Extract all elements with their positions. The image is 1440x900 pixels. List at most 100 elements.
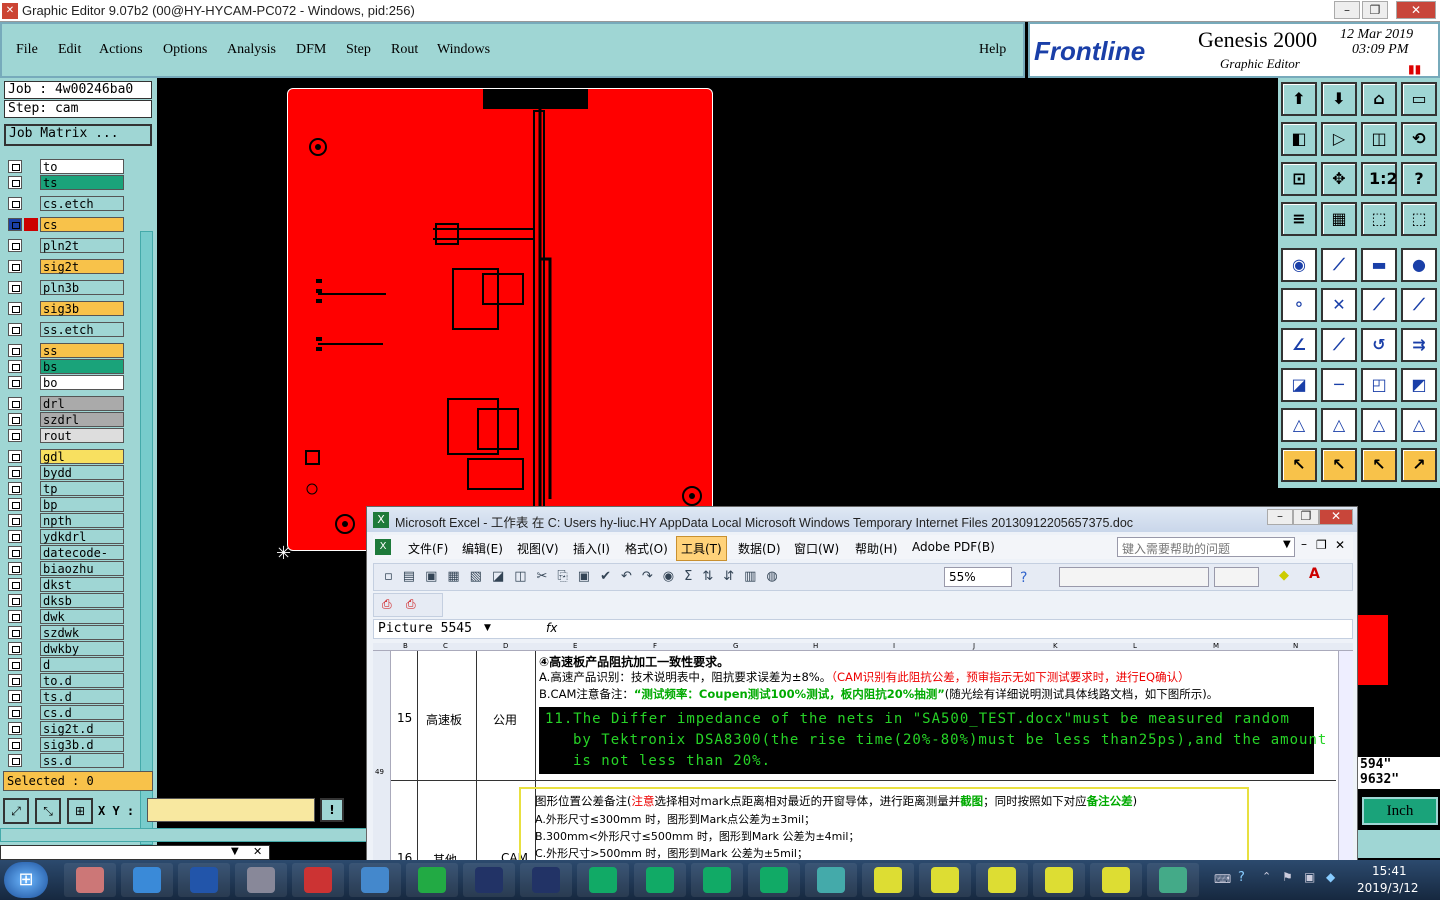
tool-button-30[interactable]: ◰ — [1361, 368, 1397, 402]
layer-checkbox[interactable] — [8, 429, 22, 442]
layer-row-bs[interactable]: bs — [8, 359, 124, 374]
layer-name[interactable]: sig3b.d — [40, 737, 124, 752]
layer-checkbox[interactable] — [8, 610, 22, 623]
table-row[interactable]: 16 其他 CAM 图形位置公差备注(注意选择相对mark点距离相对最近的开窗导… — [391, 781, 1336, 867]
layer-row-tp[interactable]: tp — [8, 481, 124, 496]
layer-row-cs.etch[interactable]: cs.etch — [8, 196, 124, 211]
chevron-down-icon[interactable]: ▼ — [231, 846, 239, 857]
layer-name[interactable]: tp — [40, 481, 124, 496]
help-tray-icon[interactable]: ? — [1238, 870, 1245, 885]
spreadsheet-grid[interactable]: B C D E F G H I J K L M N 49 15 高速板 公用 ④高速板产品阻抗加工一致性… — [373, 642, 1353, 867]
layer-name[interactable]: sig2t — [40, 259, 124, 274]
layer-row-ss.d[interactable]: ss.d — [8, 753, 124, 768]
grid-icon[interactable]: ⊞ — [67, 798, 93, 824]
pdf-icon[interactable]: ⎙ — [382, 597, 392, 612]
layer-name[interactable]: sig2t.d — [40, 721, 124, 736]
font-size-select[interactable] — [1214, 567, 1259, 587]
menu-insert-cn[interactable]: 插入(I) — [573, 540, 610, 557]
shield-icon[interactable]: ◆ — [1326, 870, 1335, 884]
layer-name[interactable]: ts — [40, 175, 124, 190]
save-icon[interactable] — [178, 863, 230, 897]
layer-checkbox[interactable] — [8, 530, 22, 543]
layer-checkbox[interactable] — [8, 281, 22, 294]
tool-button-6[interactable]: ◫ — [1361, 122, 1397, 156]
layer-name[interactable]: bo — [40, 375, 124, 390]
scanner-icon[interactable] — [235, 863, 287, 897]
layer-row-dwk[interactable]: dwk — [8, 609, 124, 624]
menu-edit-cn[interactable]: 编辑(E) — [462, 540, 503, 557]
tool-button-35[interactable]: △ — [1401, 408, 1437, 442]
genesis-icon[interactable] — [919, 863, 971, 897]
menu-options[interactable]: Options — [163, 42, 207, 58]
excel-icon[interactable] — [691, 863, 743, 897]
layer-checkbox[interactable] — [8, 360, 22, 373]
layer-row-drl[interactable]: drl — [8, 396, 124, 411]
pcb-board[interactable] — [287, 88, 713, 552]
layer-scrollbar[interactable] — [140, 231, 153, 845]
tool-button-19[interactable]: ● — [1401, 248, 1437, 282]
tool-button-0[interactable]: ⬆ — [1281, 82, 1317, 116]
tool-button-8[interactable]: ⊡ — [1281, 162, 1317, 196]
layer-name[interactable]: szdwk — [40, 625, 124, 640]
layer-checkbox[interactable] — [8, 578, 22, 591]
layer-name[interactable]: gdl — [40, 449, 124, 464]
tool-button-3[interactable]: ▭ — [1401, 82, 1437, 116]
tool-button-7[interactable]: ⟲ — [1401, 122, 1437, 156]
tool-button-23[interactable]: ⟋ — [1401, 288, 1437, 322]
layer-checkbox[interactable] — [8, 397, 22, 410]
layer-row-szdwk[interactable]: szdwk — [8, 625, 124, 640]
layer-checkbox[interactable] — [8, 218, 22, 231]
menu-windows[interactable]: Windows — [437, 42, 490, 58]
layer-checkbox[interactable] — [8, 197, 22, 210]
close-button[interactable]: ✕ — [1396, 1, 1436, 19]
tool-button-18[interactable]: ▬ — [1361, 248, 1397, 282]
layer-name[interactable]: d — [40, 657, 124, 672]
layer-name[interactable]: to.d — [40, 673, 124, 688]
layer-row-bo[interactable]: bo — [8, 375, 124, 390]
layer-checkbox[interactable] — [8, 344, 22, 357]
layer-row-cs.d[interactable]: cs.d — [8, 705, 124, 720]
alert-icon[interactable]: ! — [320, 798, 344, 822]
excel-minimize-button[interactable]: – — [1267, 509, 1293, 525]
layer-checkbox[interactable] — [8, 498, 22, 511]
menu-edit[interactable]: Edit — [58, 42, 81, 58]
tool-button-21[interactable]: ✕ — [1321, 288, 1357, 322]
layer-name[interactable]: pln3b — [40, 280, 124, 295]
tray-expand-icon[interactable]: ⌃ — [1262, 870, 1271, 883]
layer-row-d[interactable]: d — [8, 657, 124, 672]
doc-restore-button[interactable]: ❐ — [1316, 538, 1327, 552]
layer-row-ts[interactable]: ts — [8, 175, 124, 190]
excel-close-button[interactable]: ✕ — [1319, 509, 1353, 525]
units-button[interactable]: Inch — [1362, 797, 1438, 825]
layer-row-ss.etch[interactable]: ss.etch — [8, 322, 124, 337]
frontline-icon[interactable] — [406, 863, 458, 897]
layer-row-datecode-ptc[interactable]: datecode-ptc — [8, 545, 124, 575]
layer-name[interactable]: ts.d — [40, 689, 124, 704]
layer-checkbox[interactable] — [8, 690, 22, 703]
layer-checkbox[interactable] — [8, 260, 22, 273]
layer-checkbox[interactable] — [8, 413, 22, 426]
layer-checkbox[interactable] — [8, 376, 22, 389]
menu-window-cn[interactable]: 窗口(W) — [794, 540, 839, 557]
ie-icon[interactable] — [121, 863, 173, 897]
layer-row-ts.d[interactable]: ts.d — [8, 689, 124, 704]
layer-name[interactable]: bs — [40, 359, 124, 374]
tool-button-5[interactable]: ▷ — [1321, 122, 1357, 156]
layer-row-ss[interactable]: ss — [8, 343, 124, 358]
tool-button-13[interactable]: ▦ — [1321, 202, 1357, 236]
word-icon[interactable] — [520, 863, 572, 897]
font-select[interactable] — [1059, 567, 1209, 587]
layer-name[interactable]: bydd — [40, 465, 124, 480]
name-box[interactable]: Picture 5545 — [378, 621, 472, 636]
excel-restore-button[interactable]: ❐ — [1293, 509, 1319, 525]
layer-checkbox[interactable] — [8, 450, 22, 463]
genesis-icon[interactable] — [862, 863, 914, 897]
tool-button-37[interactable]: ↖ — [1321, 448, 1357, 482]
menu-adobe-pdf[interactable]: Adobe PDF(B) — [912, 540, 995, 554]
tool-button-31[interactable]: ◩ — [1401, 368, 1437, 402]
chevron-down-icon[interactable]: ▼ — [484, 623, 491, 633]
pdf-mail-icon[interactable]: ⎙ — [406, 597, 416, 612]
layer-row-to[interactable]: to — [8, 159, 124, 174]
tool-button-17[interactable]: ⟋ — [1321, 248, 1357, 282]
tool-button-32[interactable]: △ — [1281, 408, 1317, 442]
